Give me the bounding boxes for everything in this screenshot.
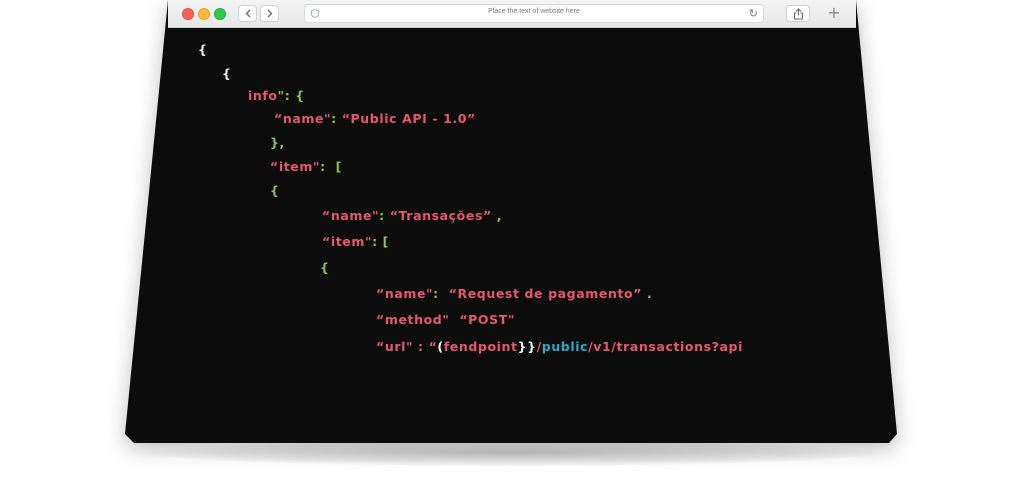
json-punct: : [ — [372, 234, 389, 249]
json-code-block: { { info": { “name": “Public API - 1.0” … — [125, 0, 897, 443]
json-path: /v1/transactions?api — [588, 339, 743, 354]
code-line-3: info": { — [248, 88, 305, 104]
json-key: “item" — [270, 159, 321, 174]
json-value: “Transações” — [389, 208, 492, 223]
json-public: public — [541, 339, 589, 354]
json-value: “POST" — [459, 312, 516, 327]
json-endpoint: fendpoint — [443, 339, 518, 354]
code-line-11: “name": “Request de pagamento” . — [376, 286, 652, 302]
code-line-7: { — [270, 183, 280, 198]
browser-window: Place the text of website here ↻ + { { i… — [0, 0, 1024, 479]
json-punct: . — [642, 286, 653, 301]
json-key: “method" — [376, 312, 450, 327]
browser-mockup: Place the text of website here ↻ + { { i… — [0, 0, 1024, 479]
json-key: “item" — [322, 234, 373, 249]
json-key: info — [248, 88, 278, 103]
json-punct: ": { — [277, 88, 305, 103]
code-line-10: { — [320, 260, 330, 275]
json-punct: : — [433, 286, 449, 301]
code-line-8: “name": “Transações” , — [322, 208, 502, 224]
code-screen: Place the text of website here ↻ + { { i… — [125, 0, 897, 443]
code-line-12: “method" “POST" — [376, 312, 515, 328]
json-punct: : [ — [320, 159, 342, 174]
json-key: “name" — [376, 286, 434, 301]
code-line-6: “item": [ — [270, 159, 342, 175]
json-key: “name" — [274, 111, 332, 126]
json-brace: }} — [517, 339, 537, 354]
json-punct: , — [491, 208, 503, 223]
json-key: “name" — [322, 208, 380, 223]
json-punct — [449, 312, 459, 327]
code-line-4: “name": “Public API - 1.0” — [274, 111, 476, 127]
code-line-2: { — [222, 66, 232, 81]
code-line-9: “item": [ — [322, 234, 389, 250]
json-key: “url" — [376, 339, 414, 354]
code-line-1: { — [198, 42, 208, 57]
json-value: “Request de pagamento” — [448, 286, 643, 301]
json-value: “Public API - 1.0” — [341, 111, 476, 126]
json-punct: : — [331, 111, 342, 126]
code-line-13: “url" : “(fendpoint}}/public/v1/transact… — [376, 339, 743, 355]
code-line-5: }, — [270, 135, 285, 150]
json-punct: : — [379, 208, 390, 223]
json-punct: : “ — [413, 339, 438, 354]
